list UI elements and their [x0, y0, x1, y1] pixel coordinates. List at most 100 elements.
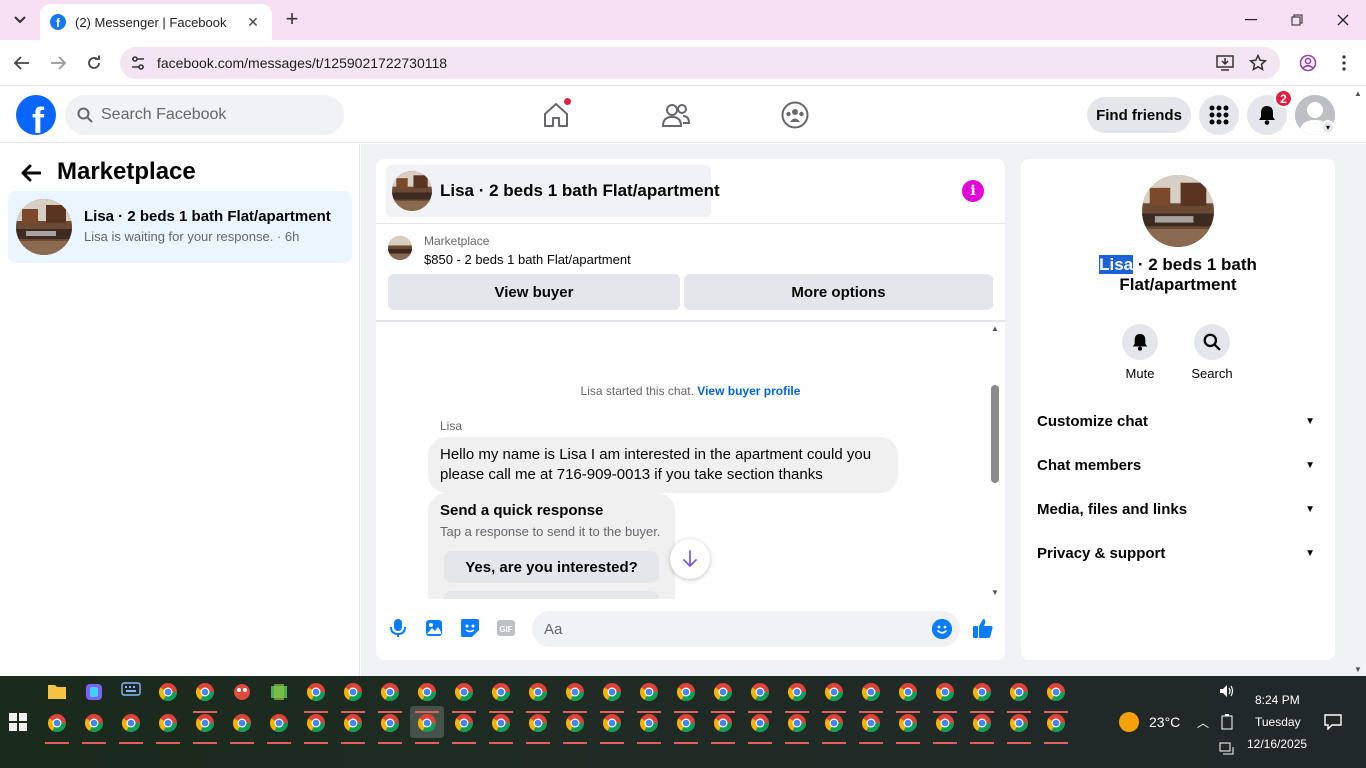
more-options-button[interactable]: More options	[684, 274, 993, 310]
chrome-icon[interactable]	[565, 713, 585, 733]
facebook-search-input[interactable]: Search Facebook	[65, 95, 344, 135]
chat-members-section[interactable]: Chat members ▼	[1037, 453, 1319, 477]
chrome-icon[interactable]	[676, 682, 696, 702]
view-buyer-button[interactable]: View buyer	[388, 274, 680, 310]
groups-nav-icon[interactable]	[779, 99, 811, 131]
customize-chat-section[interactable]: Customize chat ▼	[1037, 409, 1319, 433]
tab-close-icon[interactable]: ✕	[244, 14, 262, 31]
chrome-icon[interactable]	[380, 682, 400, 702]
chrome-icon[interactable]	[676, 713, 696, 733]
site-settings-icon[interactable]	[130, 55, 146, 71]
view-buyer-profile-link[interactable]: View buyer profile	[697, 384, 800, 398]
chrome-icon[interactable]	[269, 713, 289, 733]
back-icon[interactable]	[8, 49, 36, 77]
window-close-icon[interactable]	[1320, 0, 1366, 40]
info-icon[interactable]: i	[962, 180, 984, 202]
chrome-icon[interactable]	[824, 713, 844, 733]
chrome-icon[interactable]	[935, 713, 955, 733]
friends-nav-icon[interactable]	[660, 99, 692, 131]
paint-app-icon[interactable]	[232, 682, 252, 702]
browser-tab-active[interactable]: f (2) Messenger | Facebook ✕	[40, 4, 272, 40]
conversation-list-item[interactable]: Lisa · 2 beds 1 bath Flat/apartment Lisa…	[8, 191, 352, 263]
chrome-icon[interactable]	[343, 682, 363, 702]
chrome-icon[interactable]	[84, 713, 104, 733]
chrome-icon[interactable]	[750, 682, 770, 702]
scroll-down-arrow-icon[interactable]: ▼	[991, 588, 999, 597]
scroll-up-arrow-icon[interactable]: ▲	[991, 324, 999, 333]
chrome-icon[interactable]	[1009, 713, 1029, 733]
weather-temperature[interactable]: 23°C	[1149, 714, 1180, 730]
chrome-icon[interactable]	[824, 682, 844, 702]
forward-icon[interactable]	[44, 49, 72, 77]
chrome-icon[interactable]	[343, 713, 363, 733]
chrome-icon[interactable]	[935, 682, 955, 702]
message-input[interactable]: Aa	[532, 611, 960, 647]
chrome-icon[interactable]	[158, 713, 178, 733]
clock-date[interactable]: 12/16/2025	[1247, 737, 1307, 751]
windows-start-icon[interactable]	[9, 713, 27, 731]
chrome-icon[interactable]	[491, 682, 511, 702]
sticker-icon[interactable]	[458, 616, 482, 640]
chrome-icon[interactable]	[380, 713, 400, 733]
keyboard-icon[interactable]	[121, 682, 141, 702]
chrome-icon[interactable]	[306, 713, 326, 733]
chrome-icon[interactable]	[898, 713, 918, 733]
chrome-icon[interactable]	[454, 682, 474, 702]
chat-scrollbar[interactable]: ▲ ▼	[988, 322, 1002, 599]
chrome-icon[interactable]	[47, 713, 67, 733]
chrome-icon[interactable]	[1046, 713, 1066, 733]
chrome-icon[interactable]	[1009, 682, 1029, 702]
chrome-icon[interactable]	[491, 713, 511, 733]
copilot-icon[interactable]	[84, 682, 104, 702]
profile-icon[interactable]	[1294, 49, 1322, 77]
notification-center-icon[interactable]	[1324, 714, 1342, 733]
chrome-icon[interactable]	[232, 713, 252, 733]
scroll-to-bottom-button[interactable]	[670, 539, 710, 579]
chrome-icon[interactable]	[639, 682, 659, 702]
message-thread[interactable]: Lisa started this chat. View buyer profi…	[376, 322, 1005, 599]
chrome-icon[interactable]	[528, 713, 548, 733]
chrome-icon[interactable]	[565, 682, 585, 702]
page-scrollbar[interactable]: ▲ ▼	[1352, 87, 1366, 676]
home-nav-icon[interactable]	[540, 97, 572, 131]
chrome-icon[interactable]	[306, 682, 326, 702]
account-chevron-down-icon[interactable]: ▾	[1321, 120, 1335, 134]
menu-grid-icon[interactable]	[1199, 95, 1239, 135]
chrome-icon[interactable]	[750, 713, 770, 733]
network-icon[interactable]	[1219, 742, 1235, 759]
chrome-icon[interactable]	[972, 682, 992, 702]
chrome-icon[interactable]	[898, 682, 918, 702]
thumbs-up-icon[interactable]	[971, 616, 995, 640]
chat-header[interactable]: Lisa · 2 beds 1 bath Flat/apartment	[386, 165, 720, 217]
chrome-icon[interactable]	[158, 682, 178, 702]
minimize-icon[interactable]	[1228, 0, 1274, 40]
chrome-icon[interactable]	[787, 713, 807, 733]
facebook-logo-icon[interactable]: f	[16, 95, 56, 135]
app-stack-icon[interactable]	[269, 682, 289, 702]
chrome-icon[interactable]	[602, 713, 622, 733]
bookmark-star-icon[interactable]	[1248, 53, 1268, 73]
address-bar[interactable]: facebook.com/messages/t/1259021722730118	[120, 47, 1280, 79]
volume-icon[interactable]	[1219, 684, 1235, 701]
search-conversation-button[interactable]: Search	[1182, 324, 1242, 381]
chrome-icon[interactable]	[972, 713, 992, 733]
back-arrow-icon[interactable]	[18, 160, 44, 186]
notifications-bell-icon[interactable]: 2	[1247, 89, 1293, 135]
media-files-links-section[interactable]: Media, files and links ▼	[1037, 497, 1319, 521]
mute-button[interactable]: Mute	[1110, 324, 1170, 381]
chrome-icon[interactable]	[713, 682, 733, 702]
clock-day[interactable]: Tuesday	[1255, 715, 1301, 729]
microphone-icon[interactable]	[386, 616, 410, 640]
chrome-icon[interactable]	[417, 682, 437, 702]
quick-response-option[interactable]: Yes, are you interested?	[444, 551, 659, 583]
quick-response-option-partial[interactable]	[444, 591, 659, 599]
emoji-icon[interactable]	[932, 619, 952, 639]
tab-search-chevron-icon[interactable]	[6, 7, 34, 33]
find-friends-button[interactable]: Find friends	[1087, 97, 1191, 133]
listing-price-title[interactable]: $850 - 2 beds 1 bath Flat/apartment	[424, 252, 631, 267]
page-scroll-up-icon[interactable]: ▲	[1354, 89, 1362, 98]
chrome-icon[interactable]	[195, 713, 215, 733]
chrome-icon[interactable]	[602, 682, 622, 702]
gif-icon[interactable]: GIF	[494, 616, 518, 640]
install-app-icon[interactable]	[1215, 53, 1235, 73]
